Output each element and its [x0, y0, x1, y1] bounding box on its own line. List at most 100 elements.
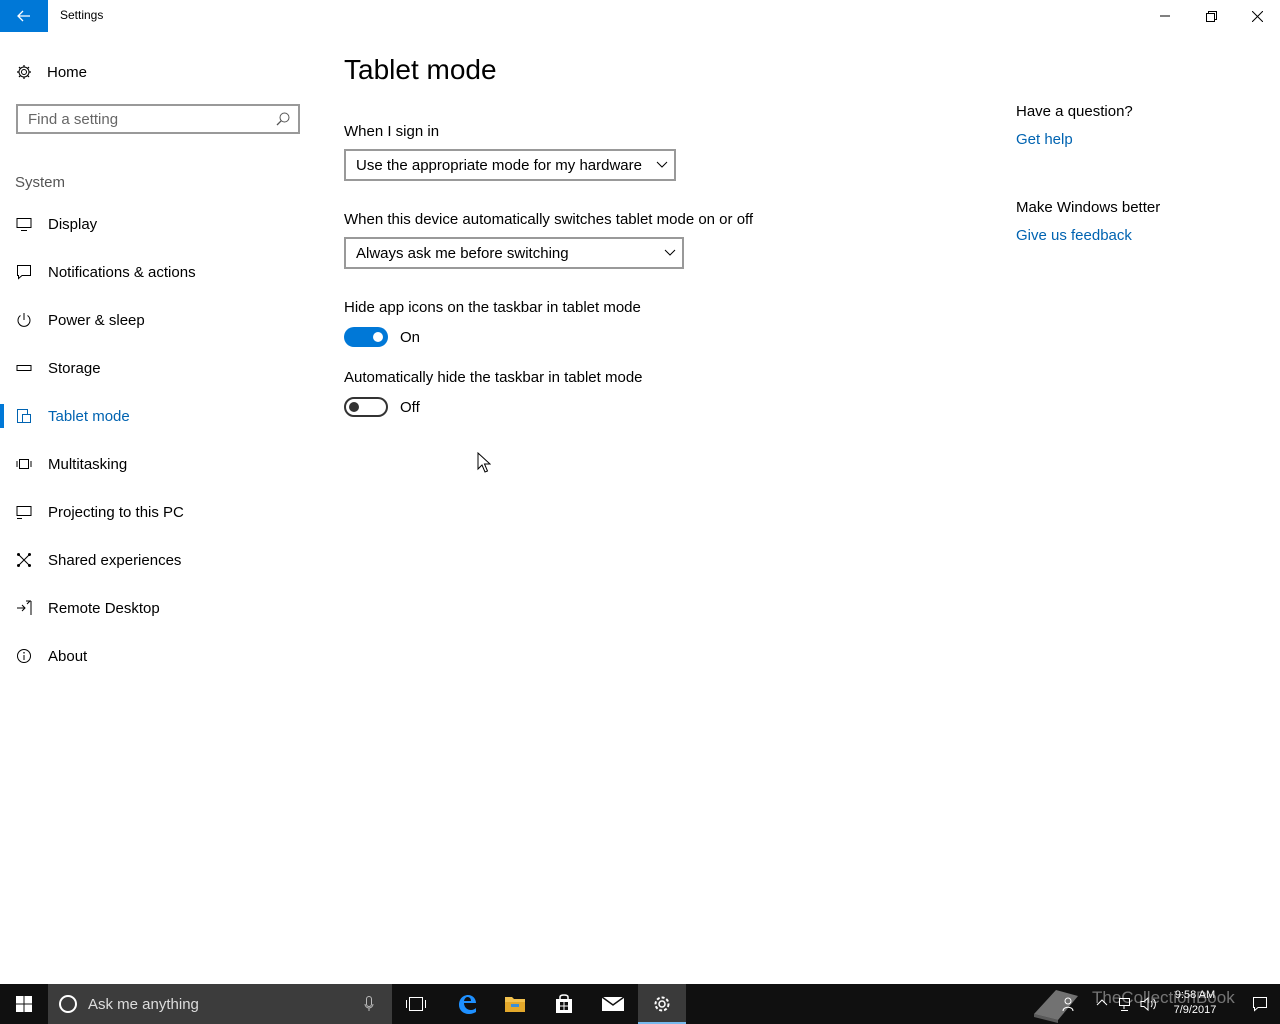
sidebar-item-display[interactable]: Display — [0, 200, 320, 248]
sidebar-item-label: About — [48, 647, 88, 665]
auto-switch-label: When this device automatically switches … — [344, 211, 754, 228]
auto-switch-dropdown[interactable]: Always ask me before switching — [344, 237, 684, 269]
auto-switch-value: Always ask me before switching — [356, 244, 569, 262]
restore-icon — [1205, 10, 1217, 22]
sidebar-item-label: Multitasking — [48, 455, 128, 473]
power-icon — [17, 313, 31, 327]
cortana-placeholder: Ask me anything — [88, 995, 199, 1013]
search-icon[interactable] — [276, 112, 290, 126]
network-icon[interactable] — [1118, 996, 1134, 1012]
sidebar-item-label: Power & sleep — [48, 311, 145, 329]
folder-icon — [505, 997, 525, 1012]
get-help-link[interactable]: Get help — [1016, 131, 1073, 148]
cortana-icon — [59, 995, 77, 1013]
gear-icon — [17, 65, 31, 79]
home-nav-item[interactable]: Home — [16, 60, 87, 84]
hide-taskbar-state: Off — [400, 398, 420, 416]
window-title: Settings — [60, 8, 104, 22]
give-feedback-link[interactable]: Give us feedback — [1016, 227, 1132, 244]
shared-experiences-icon — [17, 553, 31, 567]
hide-taskbar-toggle-row: Off — [344, 397, 420, 417]
sidebar-item-notifications[interactable]: Notifications & actions — [0, 248, 320, 296]
projecting-icon — [16, 506, 32, 519]
sign-in-mode-value: Use the appropriate mode for my hardware — [356, 156, 642, 174]
close-button[interactable] — [1234, 0, 1280, 32]
volume-icon[interactable] — [1140, 996, 1158, 1012]
action-center-icon[interactable] — [1252, 996, 1268, 1012]
sidebar-item-storage[interactable]: Storage — [0, 344, 320, 392]
sidebar-item-about[interactable]: About — [0, 632, 320, 680]
hide-icons-label: Hide app icons on the taskbar in tablet … — [344, 299, 641, 316]
restore-button[interactable] — [1188, 0, 1234, 32]
sign-in-mode-dropdown[interactable]: Use the appropriate mode for my hardware — [344, 149, 676, 181]
mouse-cursor-icon — [477, 452, 491, 473]
gear-icon — [654, 996, 670, 1012]
sidebar-item-tablet-mode[interactable]: Tablet mode — [0, 392, 320, 440]
sidebar: Home Find a setting System Display Notif… — [0, 32, 320, 984]
store-bag-icon — [556, 994, 572, 1013]
sidebar-item-remote-desktop[interactable]: Remote Desktop — [0, 584, 320, 632]
start-button[interactable] — [0, 984, 48, 1024]
sidebar-item-label: Projecting to this PC — [48, 503, 184, 521]
task-view-button[interactable] — [392, 984, 440, 1024]
back-button[interactable] — [0, 0, 48, 32]
remote-desktop-icon — [17, 600, 32, 615]
sidebar-item-multitasking[interactable]: Multitasking — [0, 440, 320, 488]
title-bar: Settings — [0, 0, 1280, 32]
search-input[interactable]: Find a setting — [16, 104, 300, 134]
hide-icons-toggle[interactable] — [344, 327, 388, 347]
sidebar-item-label: Tablet mode — [48, 407, 130, 425]
display-icon — [16, 218, 32, 231]
sidebar-item-shared-experiences[interactable]: Shared experiences — [0, 536, 320, 584]
hide-taskbar-toggle[interactable] — [344, 397, 388, 417]
file-explorer-taskbar-button[interactable] — [491, 984, 539, 1024]
taskbar: Ask me anything TheCollectionBook 9:58 A… — [0, 984, 1280, 1024]
close-icon — [1251, 10, 1263, 22]
feedback-heading: Make Windows better — [1016, 199, 1161, 216]
edge-taskbar-button[interactable] — [443, 984, 491, 1024]
notifications-icon — [17, 265, 31, 280]
system-nav-list: Display Notifications & actions Power & … — [0, 200, 320, 680]
windows-logo-icon — [16, 996, 32, 1012]
chevron-down-icon — [656, 161, 668, 168]
chevron-up-icon[interactable] — [1096, 998, 1108, 1006]
hide-icons-toggle-row: On — [344, 327, 420, 347]
mail-icon — [601, 996, 625, 1011]
home-label: Home — [47, 63, 88, 81]
search-placeholder: Find a setting — [28, 110, 119, 128]
page-title: Tablet mode — [344, 54, 497, 85]
sidebar-item-label: Storage — [48, 359, 101, 377]
sidebar-item-power-sleep[interactable]: Power & sleep — [0, 296, 320, 344]
sidebar-item-label: Notifications & actions — [48, 263, 196, 281]
cortana-search-box[interactable]: Ask me anything — [48, 984, 392, 1024]
settings-taskbar-button[interactable] — [638, 984, 686, 1024]
section-label-system: System — [15, 174, 66, 191]
info-icon — [17, 649, 31, 663]
taskbar-clock[interactable]: 9:58 AM 7/9/2017 — [1160, 988, 1230, 1018]
minimize-icon — [1160, 15, 1170, 17]
storage-icon — [16, 365, 32, 371]
store-taskbar-button[interactable] — [540, 984, 588, 1024]
hide-icons-state: On — [400, 328, 421, 346]
mail-taskbar-button[interactable] — [589, 984, 637, 1024]
sidebar-item-label: Display — [48, 215, 98, 233]
question-heading: Have a question? — [1016, 103, 1133, 120]
people-icon[interactable] — [1062, 996, 1078, 1012]
chevron-down-icon — [664, 249, 676, 256]
multitasking-icon — [16, 459, 32, 469]
edge-browser-icon — [459, 995, 476, 1014]
hide-taskbar-label: Automatically hide the taskbar in tablet… — [344, 369, 643, 386]
tablet-mode-icon — [17, 409, 31, 423]
clock-date: 7/9/2017 — [1173, 1004, 1217, 1016]
toggle-knob — [349, 402, 359, 412]
sidebar-item-label: Shared experiences — [48, 551, 182, 569]
task-view-icon — [406, 997, 426, 1011]
sidebar-item-label: Remote Desktop — [48, 599, 160, 617]
sign-in-label: When I sign in — [344, 123, 440, 140]
minimize-button[interactable] — [1142, 0, 1188, 32]
sidebar-item-projecting[interactable]: Projecting to this PC — [0, 488, 320, 536]
toggle-knob — [373, 332, 383, 342]
microphone-icon[interactable] — [364, 996, 374, 1012]
clock-time: 9:58 AM — [1174, 989, 1216, 1001]
back-arrow-icon — [17, 10, 30, 22]
